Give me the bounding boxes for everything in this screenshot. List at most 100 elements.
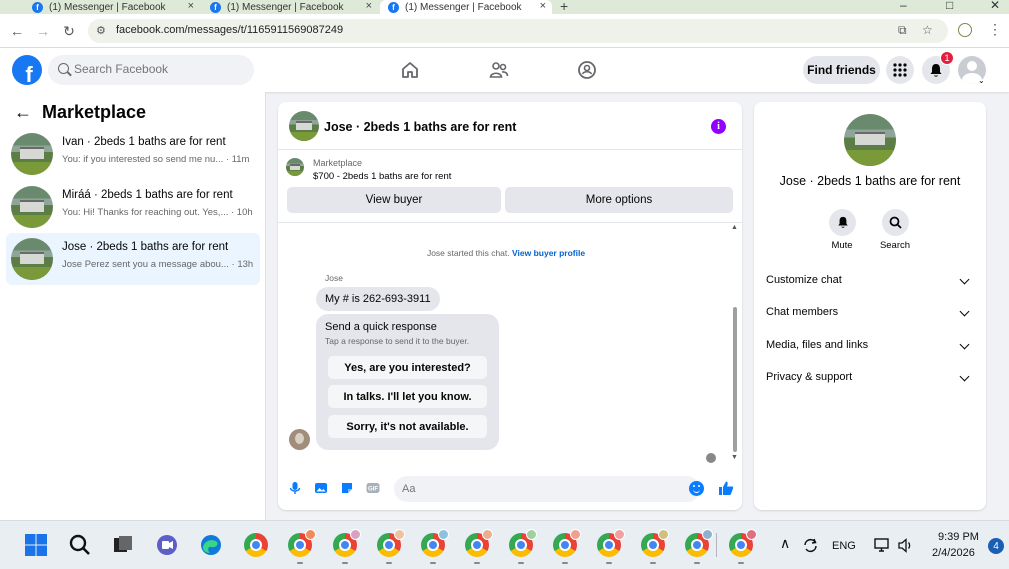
- chrome-profile-icon[interactable]: [597, 529, 625, 557]
- reload-icon[interactable]: ↻: [61, 23, 77, 39]
- notification-center-badge[interactable]: 4: [988, 538, 1004, 554]
- conversation-item-active[interactable]: Jose · 2beds 1 baths are for rent Jose P…: [6, 233, 260, 285]
- chat-title[interactable]: Jose · 2beds 1 baths are for rent: [324, 120, 516, 134]
- conversation-preview: You: Hi! Thanks for reaching out. Yes,..…: [62, 207, 253, 218]
- edge-browser-icon[interactable]: [199, 533, 223, 557]
- running-indicator: [694, 562, 700, 564]
- chrome-icon[interactable]: [244, 533, 268, 557]
- chrome-profile-icon[interactable]: [465, 529, 493, 557]
- chrome-profile-icon[interactable]: [553, 529, 581, 557]
- search-icon: [58, 63, 69, 74]
- volume-icon[interactable]: [898, 538, 914, 553]
- sync-icon[interactable]: [802, 537, 819, 554]
- profile-badge-icon: [746, 529, 757, 540]
- back-arrow-icon[interactable]: ←: [14, 102, 32, 123]
- listing-summary[interactable]: Marketplace $700 - 2beds 1 baths are for…: [278, 152, 742, 188]
- forward-arrow-icon[interactable]: →: [35, 23, 51, 39]
- mute-bell-icon[interactable]: [829, 209, 856, 236]
- clock-time[interactable]: 9:39 PM: [938, 531, 979, 543]
- url-text[interactable]: facebook.com/messages/t/1165911569087249: [116, 24, 343, 36]
- find-friends-button[interactable]: Find friends: [803, 56, 880, 84]
- close-tab-icon[interactable]: ×: [540, 0, 546, 12]
- chrome-profile-icon[interactable]: [377, 529, 405, 557]
- facebook-logo-icon[interactable]: f: [12, 55, 42, 85]
- friends-icon[interactable]: [489, 60, 509, 80]
- browser-menu-icon[interactable]: ⋮: [988, 21, 1002, 38]
- scroll-up-arrow-icon[interactable]: ▲: [731, 224, 738, 231]
- chrome-profile-icon[interactable]: [729, 529, 757, 557]
- tray-chevron-up-icon[interactable]: ∧: [780, 535, 790, 552]
- info-icon[interactable]: i: [711, 119, 726, 134]
- chrome-profile-icon[interactable]: [509, 529, 537, 557]
- customize-chat-section[interactable]: Customize chat: [754, 268, 986, 294]
- photo-icon[interactable]: [314, 481, 328, 495]
- search-icon[interactable]: [68, 533, 92, 557]
- chrome-profile-icon[interactable]: [421, 529, 449, 557]
- view-buyer-profile-link[interactable]: View buyer profile: [512, 248, 585, 258]
- browser-profile-icon[interactable]: [958, 23, 972, 37]
- close-window-icon[interactable]: ✕: [990, 0, 1000, 12]
- running-indicator: [518, 562, 524, 564]
- clock-date[interactable]: 2/4/2026: [932, 547, 975, 559]
- browser-tab-1[interactable]: f (1) Messenger | Facebook ×: [24, 0, 200, 14]
- conversation-preview: Jose Perez sent you a message abou... · …: [62, 259, 254, 270]
- quick-response-button[interactable]: Sorry, it's not available.: [328, 415, 487, 438]
- groups-icon[interactable]: [577, 60, 597, 80]
- browser-tab-3-active[interactable]: f (1) Messenger | Facebook ×: [380, 0, 552, 14]
- browser-tab-2[interactable]: f (1) Messenger | Facebook ×: [202, 0, 378, 14]
- windows-start-icon[interactable]: [24, 533, 48, 557]
- sticker-icon[interactable]: [340, 481, 354, 495]
- teams-chat-icon[interactable]: [155, 533, 179, 557]
- chrome-profile-icon[interactable]: [641, 529, 669, 557]
- language-indicator[interactable]: ENG: [832, 540, 856, 552]
- emoji-icon[interactable]: [689, 481, 704, 496]
- search-box[interactable]: [48, 55, 254, 85]
- chrome-profile-icon[interactable]: [685, 529, 713, 557]
- privacy-support-section[interactable]: Privacy & support: [754, 365, 986, 391]
- chat-scrollbar[interactable]: ▲ ▼: [731, 224, 739, 464]
- gif-icon[interactable]: GIF: [366, 481, 380, 495]
- maximize-window-icon[interactable]: □: [946, 0, 953, 12]
- quick-response-button[interactable]: In talks. I'll let you know.: [328, 385, 487, 408]
- message-bubble[interactable]: My # is 262-693-3911: [316, 287, 440, 311]
- conversation-item[interactable]: Miráá · 2beds 1 baths are for rent You: …: [6, 181, 260, 233]
- address-bar[interactable]: ⚙ facebook.com/messages/t/11659115690872…: [88, 19, 948, 43]
- chrome-profile-icon[interactable]: [333, 529, 361, 557]
- sender-avatar[interactable]: [289, 429, 310, 450]
- task-view-icon[interactable]: [111, 533, 135, 557]
- network-monitor-icon[interactable]: [874, 538, 890, 553]
- menu-grid-icon[interactable]: [886, 56, 914, 84]
- listing-thumbnail: [11, 186, 53, 228]
- chat-details-panel: Jose · 2beds 1 baths are for rent Mute S…: [754, 102, 986, 510]
- chevron-down-icon[interactable]: ⌄: [978, 76, 985, 85]
- facebook-favicon-icon: f: [32, 1, 43, 13]
- bookmark-star-icon[interactable]: ☆: [922, 23, 933, 37]
- install-app-icon[interactable]: ⧉: [898, 23, 907, 38]
- media-files-links-section[interactable]: Media, files and links: [754, 333, 986, 359]
- quick-response-subtitle: Tap a response to send it to the buyer.: [325, 336, 470, 346]
- conversation-item[interactable]: Ivan · 2beds 1 baths are for rent You: i…: [6, 128, 260, 180]
- more-options-button[interactable]: More options: [505, 187, 733, 213]
- search-icon[interactable]: [882, 209, 909, 236]
- minimize-window-icon[interactable]: –: [900, 0, 907, 12]
- new-tab-plus-icon[interactable]: +: [560, 0, 568, 14]
- message-input[interactable]: [394, 476, 700, 502]
- chat-avatar-large[interactable]: [844, 114, 896, 166]
- profile-badge-icon: [438, 529, 449, 540]
- back-arrow-icon[interactable]: ←: [9, 23, 25, 39]
- search-input[interactable]: [74, 62, 244, 76]
- chrome-profile-icon[interactable]: [288, 529, 316, 557]
- section-label: Chat members: [766, 306, 839, 318]
- close-tab-icon[interactable]: ×: [188, 0, 194, 12]
- chat-members-section[interactable]: Chat members: [754, 300, 986, 326]
- scroll-down-arrow-icon[interactable]: ▼: [731, 454, 738, 461]
- thumbs-up-icon[interactable]: [718, 480, 734, 496]
- site-settings-icon[interactable]: ⚙: [96, 24, 110, 38]
- home-icon[interactable]: [400, 60, 420, 80]
- scrollbar-thumb[interactable]: [733, 307, 737, 452]
- microphone-icon[interactable]: [288, 481, 302, 495]
- close-tab-icon[interactable]: ×: [366, 0, 372, 12]
- view-buyer-button[interactable]: View buyer: [287, 187, 501, 213]
- quick-response-button[interactable]: Yes, are you interested?: [328, 356, 487, 379]
- chat-avatar[interactable]: [289, 111, 319, 141]
